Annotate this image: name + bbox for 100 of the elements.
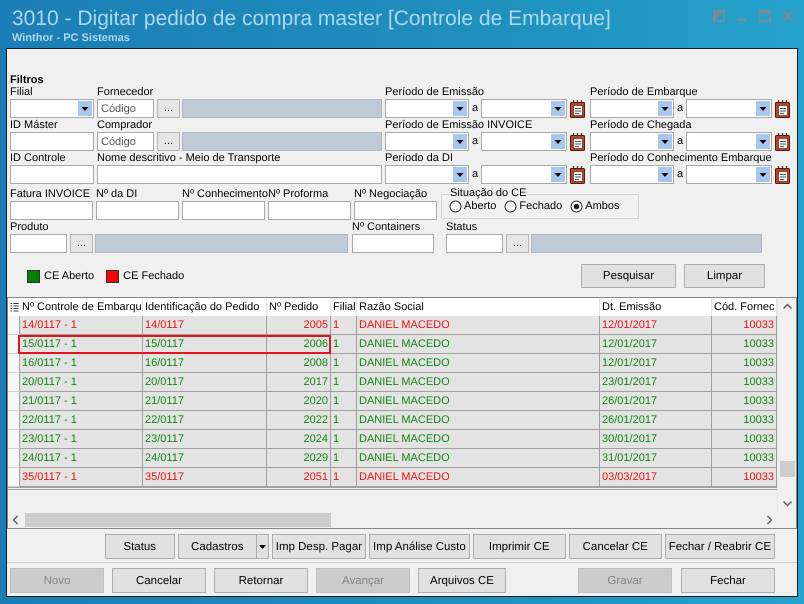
dropdown-field[interactable] (10, 99, 94, 118)
browse-button[interactable]: ... (157, 132, 180, 151)
table-cell: 2051 (267, 468, 331, 487)
scrollbar-thumb[interactable] (25, 513, 331, 527)
table-cell: DANIEL MACEDO (357, 373, 600, 392)
caret-down-icon (258, 544, 266, 548)
table-cell: 1 (331, 354, 357, 373)
table-cell: 1 (331, 373, 357, 392)
dropdown-field[interactable] (385, 99, 469, 118)
table-cell: 2029 (267, 449, 331, 468)
dropdown-field[interactable] (590, 165, 674, 184)
row-selector-cell[interactable] (8, 411, 20, 430)
row-selector-cell[interactable] (8, 430, 20, 449)
table-cell: 1 (331, 316, 357, 335)
row-selector-cell[interactable] (8, 392, 20, 411)
vertical-scrollbar[interactable] (777, 298, 796, 512)
input-field[interactable] (354, 201, 437, 220)
input-field[interactable] (97, 165, 382, 184)
input-field[interactable] (10, 234, 67, 253)
row-selector-cell[interactable] (8, 354, 20, 373)
legend-label: CE Fechado (123, 270, 184, 282)
input-field[interactable] (10, 201, 93, 220)
footer-button[interactable]: Fechar (681, 568, 775, 593)
input-field[interactable] (446, 234, 503, 253)
browse-button[interactable]: ... (70, 234, 93, 253)
table-cell: 1 (331, 449, 357, 468)
calendar-icon[interactable] (774, 99, 791, 118)
action-button[interactable]: Imprimir CE (472, 534, 566, 559)
split-button[interactable]: Cadastros (178, 534, 257, 559)
search-bar-button[interactable]: Pesquisar (581, 264, 676, 288)
table-cell: 10033 (712, 411, 777, 430)
dropdown-field[interactable] (590, 99, 674, 118)
table-cell: 1 (331, 430, 357, 449)
radio-icon[interactable] (570, 200, 584, 213)
calendar-icon[interactable] (774, 165, 791, 184)
dropdown-field[interactable] (590, 132, 674, 151)
dropdown-field[interactable] (481, 165, 567, 184)
field-label: Período de Emissão INVOICE (385, 119, 534, 132)
input-field[interactable]: Código (97, 132, 154, 151)
calendar-icon[interactable] (569, 165, 586, 184)
input-field[interactable] (268, 201, 351, 220)
action-button[interactable]: Status (104, 534, 175, 559)
input-field[interactable] (96, 201, 179, 220)
input-field[interactable] (10, 165, 94, 184)
list-icon[interactable] (10, 302, 18, 312)
row-selector-cell[interactable] (8, 373, 20, 392)
table-cell: 31/01/2017 (600, 449, 712, 468)
calendar-icon[interactable] (569, 132, 586, 151)
radio-option[interactable]: Fechado (504, 200, 562, 213)
table-cell: 10033 (712, 430, 777, 449)
field-label: Nº da DI (96, 188, 138, 201)
row-selector-cell[interactable] (8, 316, 20, 335)
dropdown-field[interactable] (385, 132, 469, 151)
field-label: Produto (10, 221, 50, 234)
dropdown-field[interactable] (686, 99, 772, 118)
dropdown-field[interactable] (481, 99, 567, 118)
dropdown-button[interactable] (256, 534, 269, 559)
dropdown-field[interactable] (686, 132, 772, 151)
table-cell: 2020 (267, 392, 331, 411)
action-button[interactable]: Fechar / Reabrir CE (664, 534, 775, 559)
range-separator: a (676, 101, 684, 116)
field-label: Comprador (97, 119, 154, 132)
browse-button[interactable]: ... (157, 99, 180, 118)
table-cell: 2022 (267, 411, 331, 430)
input-field[interactable] (10, 132, 94, 151)
table-cell: DANIEL MACEDO (357, 354, 600, 373)
row-selector-cell[interactable] (8, 449, 20, 468)
field-label: Nº Negociação (354, 188, 428, 201)
window-title: 3010 - Digitar pedido de compra master [Controle de Embarque] (12, 6, 611, 31)
dropdown-field[interactable] (481, 132, 567, 151)
footer-button[interactable]: Arquivos CE (418, 568, 506, 593)
radio-icon[interactable] (449, 200, 462, 213)
calendar-icon[interactable] (569, 99, 586, 118)
radio-icon[interactable] (504, 200, 518, 213)
action-button[interactable]: Imp Desp. Pagar (272, 534, 366, 559)
browse-button[interactable]: ... (506, 234, 529, 253)
input-field[interactable] (182, 201, 265, 220)
field-label: Fornecedor (97, 86, 154, 99)
footer-button[interactable]: Retornar (214, 568, 308, 593)
range-separator: a (676, 167, 684, 182)
table-cell: 1 (331, 468, 357, 487)
dropdown-field[interactable] (385, 165, 469, 184)
table-cell: 2005 (267, 316, 331, 335)
close-icon[interactable] (782, 10, 794, 22)
table-cell: 10033 (712, 335, 777, 354)
search-bar-button[interactable]: Limpar (684, 264, 765, 288)
radio-option[interactable]: Aberto (449, 200, 496, 213)
input-field[interactable]: Código (97, 99, 154, 118)
field-label: Período de Emissão (385, 86, 486, 99)
calendar-icon[interactable] (774, 132, 791, 151)
action-button[interactable]: Imp Análise Custo (369, 534, 470, 559)
table-cell: 10033 (712, 354, 777, 373)
scrollbar-thumb[interactable] (780, 461, 794, 477)
footer-button[interactable]: Cancelar (112, 568, 206, 593)
input-field[interactable] (352, 234, 434, 253)
action-button[interactable]: Cancelar CE (568, 534, 662, 559)
range-separator: a (470, 167, 480, 182)
row-selector-cell[interactable] (8, 468, 20, 487)
radio-option[interactable]: Ambos (570, 200, 620, 213)
dropdown-field[interactable] (686, 165, 772, 184)
